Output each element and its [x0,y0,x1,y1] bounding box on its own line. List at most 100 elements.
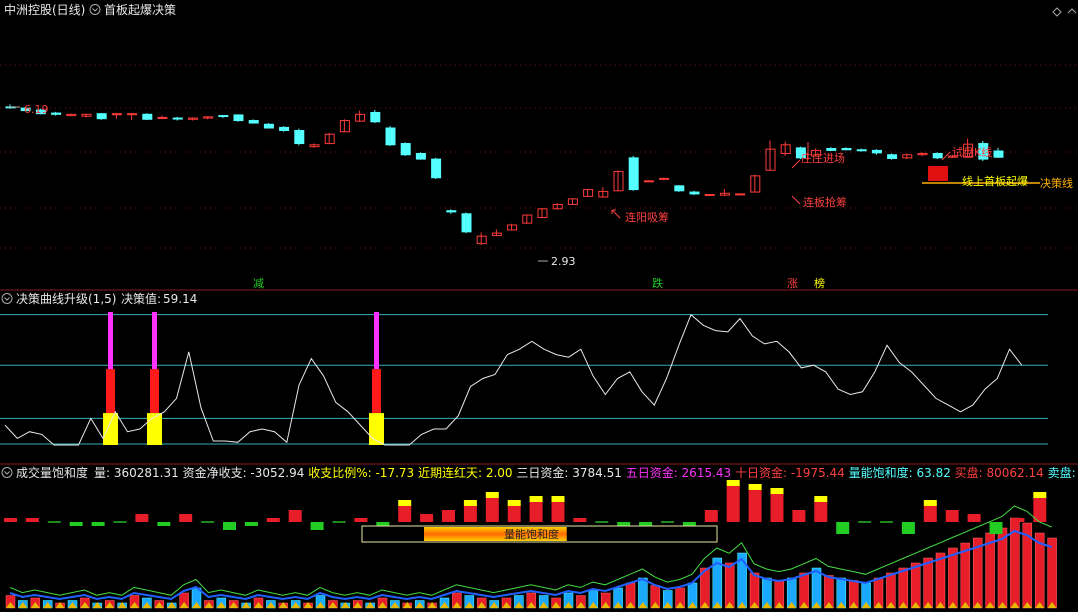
collapse-icon[interactable] [89,4,101,15]
volume-bar [1047,537,1057,609]
annotation-shoubanqibao: 线上首板起爆 [962,174,1028,188]
marker-bang: 榜 [814,276,825,290]
flow-bar [529,502,543,522]
annotation-juece: 决策线 [1040,176,1073,190]
grid-layer [0,64,1078,465]
flow-bar [595,521,609,523]
arrow-icon [611,209,621,219]
stock-title: 中洲控股(日线) [4,2,85,17]
candle-body [628,157,639,191]
flow-bar [442,510,455,522]
volume-title: 成交量饱和度 [16,465,88,480]
decision-curve-panel [0,312,1048,446]
candle-body [841,148,852,151]
annotation-lianban: 连板抢筹 [803,195,847,209]
volume-bar [910,562,921,609]
flow-bar-top [814,496,828,502]
signal-bar-red [150,369,159,414]
arrow-icon [791,195,801,205]
flow-bar [288,510,302,522]
flow-bar [989,522,1003,534]
chevron-down-icon [4,297,10,301]
arrow-icon [791,159,801,169]
candle-body [826,148,837,151]
high-label: 6.19 [24,103,49,116]
flow-bar [376,522,390,526]
candle-body [461,213,472,233]
flow-bar [661,521,674,523]
candle-body [233,114,244,122]
flow-bar [485,498,499,522]
stat-item: 五日资金: 2615.43 [626,465,735,480]
flow-bar [704,510,718,522]
price-panel [5,104,1040,262]
flow-bar [354,518,368,522]
candle-body [993,150,1004,158]
flow-bar [945,510,959,522]
volume-bar [923,557,933,609]
candle-body [871,149,882,154]
candle-body [674,185,685,192]
flow-bar [266,518,280,522]
volume-bar [724,562,735,609]
flow-bar-top [748,484,762,490]
flow-bar-top [551,496,565,502]
volume-bar [935,552,946,609]
candle-body [127,113,138,116]
flow-bar [858,521,872,523]
flow-bar-top [529,496,543,502]
flow-bar [332,521,346,523]
decision-title: 决策曲线升级(1,5) [16,292,116,306]
candle-body [735,193,746,196]
candle-body [370,111,381,123]
flow-bar [69,522,83,526]
chevron-up-icon[interactable] [1067,8,1077,14]
flow-bar-top [726,480,740,486]
flow-bar-top [485,492,499,498]
stat-item: 买盘: 80062.14 [955,465,1048,480]
candle-body [689,191,700,195]
flow-bar [91,522,105,526]
candle-body [157,116,168,119]
stat-item: 量能饱和度: 63.82 [849,465,955,480]
candle-body [51,112,62,115]
flow-bar [573,518,587,522]
candle-body [932,152,943,159]
flow-bar [770,494,784,522]
indicator-title: 首板起爆决策 [104,3,176,17]
stat-item: 近期连红天: 2.00 [418,465,516,480]
flow-bar [398,506,412,522]
flow-bar-top [398,500,412,506]
flow-bar [639,522,653,526]
candle-body [415,152,426,160]
flow-bar [310,522,324,530]
candle-body [400,143,411,156]
candle-body [294,129,305,145]
annotation-lianyang: 连阳吸筹 [625,210,669,224]
signal-bar-yellow [147,413,162,445]
stat-item: 卖盘: 280219. [1048,465,1078,480]
volume-panel: 量能饱和度 [4,480,1057,609]
candle-body [856,149,867,152]
stat-item: 量: 360281.31 [94,466,183,480]
decision-value-label: 决策值: [121,291,161,306]
flow-bar [4,518,17,522]
candle-body [446,210,457,213]
collapse-icon-2[interactable] [1,293,13,304]
collapse-icon-3[interactable] [1,467,13,478]
flow-bar [923,506,937,522]
flow-bar [967,514,981,522]
flow-bar [551,502,565,522]
flow-bar [25,518,39,522]
marker-zhang: 涨 [787,277,798,290]
diamond-icon[interactable] [1052,7,1062,17]
flow-bar-top [463,500,477,506]
signal-bar-yellow [103,413,118,445]
labels-layer: 中洲控股(日线) 首板起爆决策 6.19 2.93 连阳吸筹 庄庄进场 连板抢筹… [1,2,1078,480]
flow-bar [201,521,215,523]
low-label: 2.93 [551,255,576,268]
stock-chart: 量能饱和度 中洲控股(日线) 首板起爆决策 6.19 2.93 连阳吸筹 庄庄进… [0,2,1078,609]
flow-bar-top [1033,492,1047,498]
flow-bar [901,522,915,534]
marker-jian: 减 [253,277,264,290]
